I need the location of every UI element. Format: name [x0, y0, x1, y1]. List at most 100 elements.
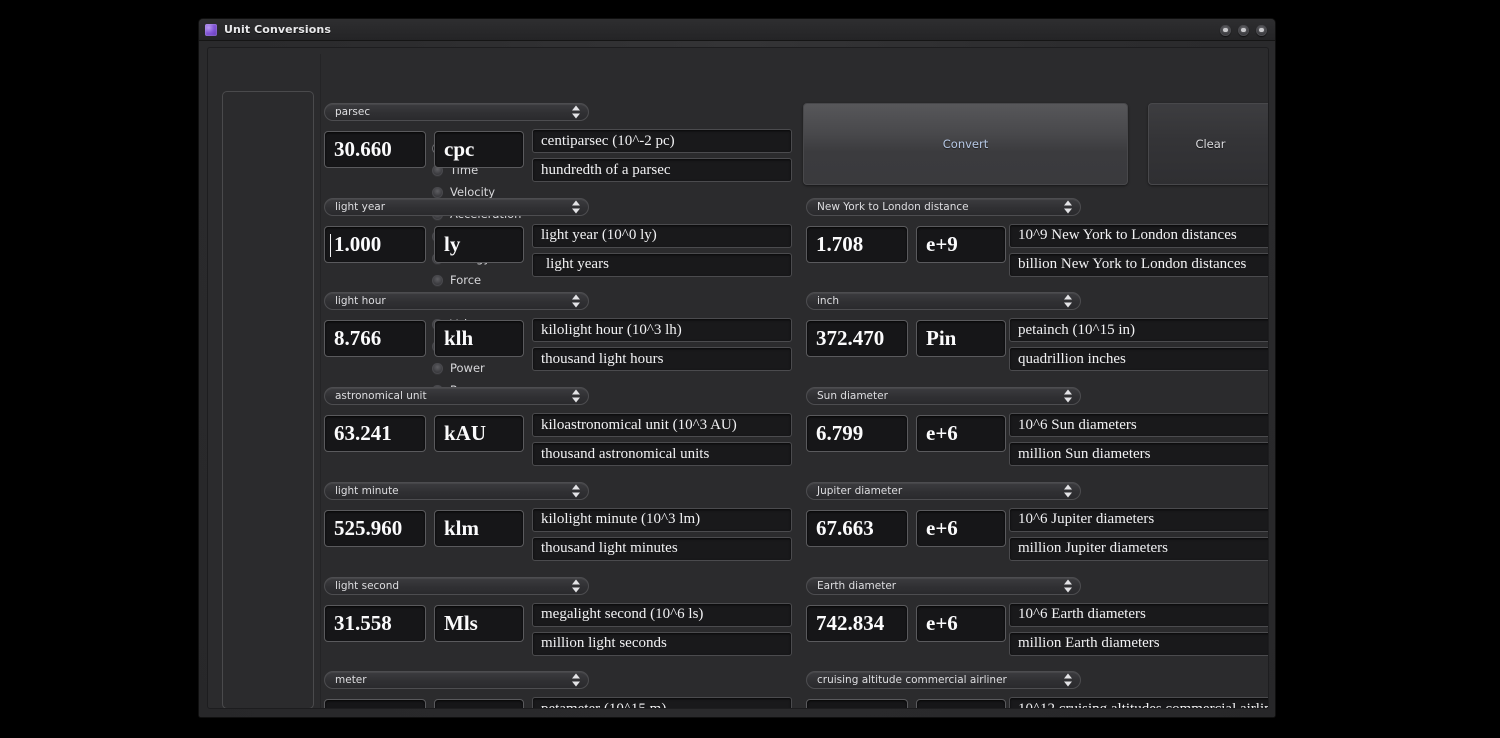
unit-name-text: thousand light minutes — [541, 540, 678, 557]
unit-description-field[interactable]: 10^6 Earth diameters — [1009, 602, 1268, 627]
spinner-arrows-icon[interactable] — [571, 673, 580, 687]
unit-description-field[interactable]: 10^12 cruising altitudes commercial airl… — [1009, 697, 1268, 708]
value-input[interactable]: 67.663 — [806, 509, 908, 547]
value-input[interactable]: 8.766 — [324, 320, 426, 358]
unit-select-value: Jupiter diameter — [817, 484, 903, 497]
unit-description-text: kilolight hour (10^3 lh) — [541, 321, 682, 338]
unit-symbol-field[interactable]: Pin — [916, 320, 1006, 358]
convert-button[interactable]: Convert — [803, 103, 1128, 185]
close-icon[interactable] — [1256, 24, 1267, 36]
spinner-arrows-icon[interactable] — [571, 484, 580, 498]
unit-symbol-field[interactable]: kAU — [434, 415, 524, 453]
unit-name-field[interactable]: light years — [532, 252, 792, 277]
unit-select[interactable]: astronomical unit — [324, 387, 589, 406]
unit-description-field[interactable]: 10^9 New York to London distances — [1009, 223, 1268, 248]
spinner-arrows-icon[interactable] — [571, 579, 580, 592]
unit-symbol-field[interactable]: Pm — [434, 699, 524, 708]
unit-description-text: petameter (10^15 m) — [541, 700, 667, 709]
unit-description-field[interactable]: kilolight hour (10^3 lh) — [532, 318, 792, 343]
unit-symbol-field[interactable]: ly — [434, 225, 524, 263]
unit-name-field[interactable]: million light seconds — [532, 631, 792, 656]
unit-name-field[interactable]: hundredth of a parsec — [532, 158, 792, 182]
unit-description-text: petainch (10^15 in) — [1018, 321, 1136, 338]
spinner-arrows-icon[interactable] — [571, 389, 580, 403]
unit-select-value: Earth diameter — [817, 579, 897, 592]
value-input[interactable]: 372.470 — [806, 320, 908, 358]
spinner-arrows-icon[interactable] — [571, 200, 580, 214]
unit-symbol-field[interactable]: klm — [434, 509, 524, 547]
unit-name-text: thousand astronomical units — [541, 445, 710, 462]
unit-select-value: cruising altitude commercial airliner — [817, 674, 1007, 687]
unit-select[interactable]: light year — [324, 197, 589, 216]
unit-select[interactable]: Earth diameter — [806, 576, 1081, 595]
value-input[interactable]: 525.960 — [324, 509, 426, 547]
spinner-arrows-icon[interactable] — [1063, 200, 1072, 214]
value-text: 1.035 — [816, 705, 863, 708]
unit-name-field[interactable]: million Sun diameters — [1009, 442, 1268, 467]
value-input[interactable]: 30.660 — [324, 131, 426, 168]
select-unit-group — [222, 91, 314, 708]
unit-symbol-field[interactable]: e+6 — [916, 509, 1006, 547]
unit-name-field[interactable]: million Earth diameters — [1009, 631, 1268, 656]
unit-symbol-text: klh — [444, 326, 474, 351]
unit-description-field[interactable]: 10^6 Sun diameters — [1009, 413, 1268, 438]
spinner-arrows-icon[interactable] — [571, 294, 580, 308]
unit-select[interactable]: light minute — [324, 481, 589, 500]
spinner-arrows-icon[interactable] — [1063, 579, 1072, 592]
maximize-icon[interactable] — [1238, 24, 1249, 36]
unit-name-field[interactable]: million Jupiter diameters — [1009, 536, 1268, 561]
unit-symbol-field[interactable]: e+6 — [916, 604, 1006, 642]
unit-symbol-field[interactable]: e+6 — [916, 415, 1006, 453]
unit-description-field[interactable]: megalight second (10^6 ls) — [532, 602, 792, 627]
value-input[interactable]: 9.461 — [324, 699, 426, 708]
value-input[interactable]: 1.000 — [324, 225, 426, 263]
conversion-scroll-area[interactable]: Convert Clear parsec 30.660 cpc centiparsec… — [320, 54, 1268, 709]
unit-description-field[interactable]: centiparsec (10^-2 pc) — [532, 129, 792, 153]
value-input[interactable]: 6.799 — [806, 415, 908, 453]
unit-select[interactable]: light second — [324, 576, 589, 595]
clear-button[interactable]: Clear — [1148, 103, 1268, 185]
unit-select-value: light hour — [335, 295, 386, 308]
spinner-arrows-icon[interactable] — [1063, 484, 1072, 498]
content-panel: Select Unit DistanceTimeVelocityAccelera… — [207, 47, 1269, 709]
value-input[interactable]: 1.708 — [806, 225, 908, 263]
unit-name-field[interactable]: thousand astronomical units — [532, 442, 792, 467]
unit-symbol-field[interactable]: e+12 — [916, 699, 1006, 708]
unit-symbol-field[interactable]: e+9 — [916, 225, 1006, 263]
unit-description-field[interactable]: petameter (10^15 m) — [532, 697, 792, 709]
unit-select[interactable]: inch — [806, 292, 1081, 311]
unit-select[interactable]: light hour — [324, 292, 589, 311]
unit-description-field[interactable]: kilolight minute (10^3 lm) — [532, 507, 792, 532]
unit-description-field[interactable]: petainch (10^15 in) — [1009, 318, 1268, 343]
spinner-arrows-icon[interactable] — [571, 105, 580, 119]
unit-name-field[interactable]: thousand light minutes — [532, 536, 792, 561]
value-input[interactable]: 1.035 — [806, 699, 908, 708]
unit-select[interactable]: cruising altitude commercial airliner — [806, 671, 1081, 690]
unit-select[interactable]: Sun diameter — [806, 387, 1081, 406]
unit-symbol-field[interactable]: cpc — [434, 131, 524, 168]
spinner-arrows-icon[interactable] — [1063, 389, 1072, 403]
unit-description-text: megalight second (10^6 ls) — [541, 606, 704, 622]
value-input[interactable]: 742.834 — [806, 604, 908, 642]
value-input[interactable]: 63.241 — [324, 415, 426, 453]
value-text: 525.960 — [334, 515, 403, 540]
unit-description-field[interactable]: light year (10^0 ly) — [532, 223, 792, 248]
spinner-arrows-icon[interactable] — [1063, 673, 1072, 687]
minimize-icon[interactable] — [1220, 24, 1231, 36]
spinner-arrows-icon[interactable] — [1063, 294, 1072, 308]
unit-symbol-field[interactable]: Mls — [434, 604, 524, 642]
app-window: Unit Conversions Select Unit DistanceTim… — [199, 19, 1275, 717]
unit-select-value: inch — [817, 295, 839, 308]
unit-select[interactable]: parsec — [324, 103, 589, 121]
value-text: 9.461 — [334, 705, 381, 708]
unit-symbol-field[interactable]: klh — [434, 320, 524, 358]
unit-description-field[interactable]: 10^6 Jupiter diameters — [1009, 507, 1268, 532]
unit-name-field[interactable]: thousand light hours — [532, 347, 792, 372]
unit-select[interactable]: New York to London distance — [806, 197, 1081, 216]
unit-select[interactable]: Jupiter diameter — [806, 481, 1081, 500]
unit-description-field[interactable]: kiloastronomical unit (10^3 AU) — [532, 413, 792, 438]
unit-name-field[interactable]: billion New York to London distances — [1009, 252, 1268, 277]
value-input[interactable]: 31.558 — [324, 604, 426, 642]
unit-name-field[interactable]: quadrillion inches — [1009, 347, 1268, 372]
unit-select[interactable]: meter — [324, 671, 589, 690]
